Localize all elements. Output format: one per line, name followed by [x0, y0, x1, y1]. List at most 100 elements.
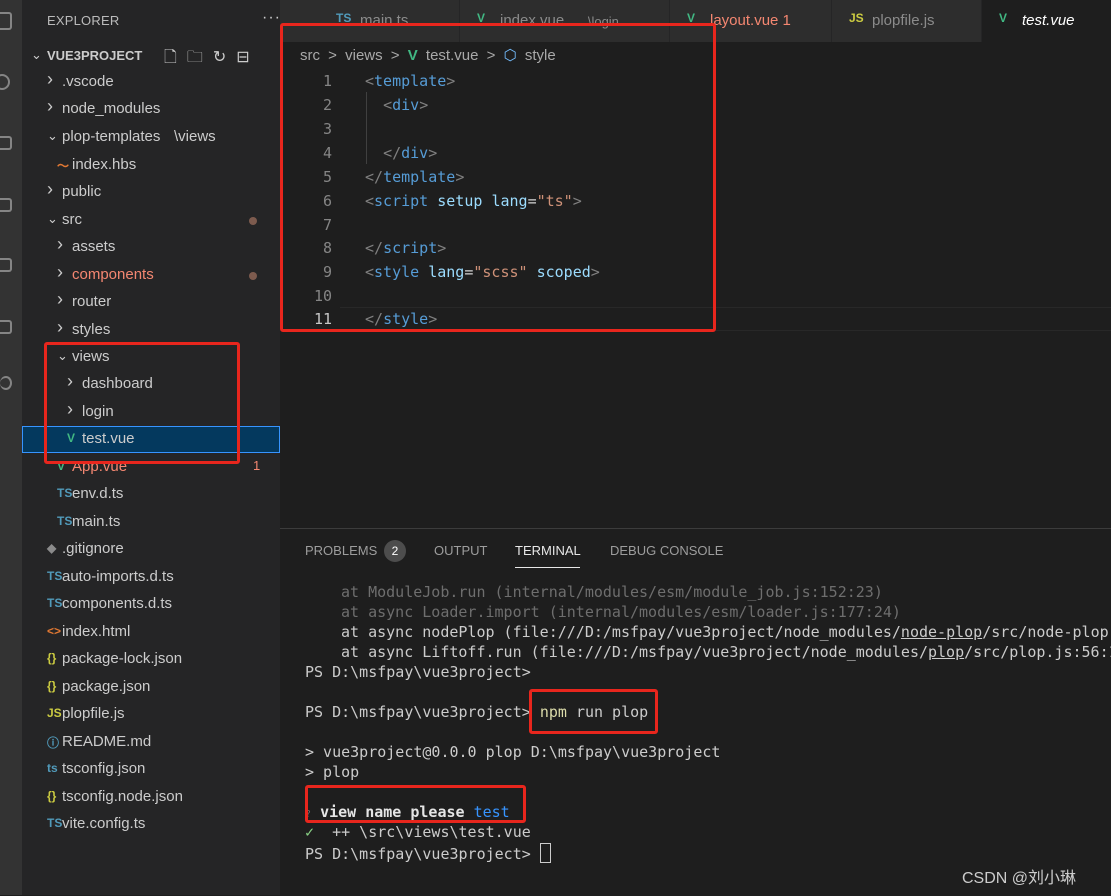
vue-file-icon: V: [999, 11, 1008, 25]
terminal-line: at async Liftoff.run (file:///D:/msfpay/…: [341, 643, 1111, 661]
bottom-panel: PROBLEMS 2 OUTPUT TERMINAL DEBUG CONSOLE…: [280, 528, 1111, 896]
tree-item-assets[interactable]: › assets: [22, 234, 280, 261]
source-control-icon[interactable]: [0, 136, 12, 150]
tree-item-label: auto-imports.d.ts: [62, 568, 174, 585]
chevron-down-icon: ⌄: [47, 211, 58, 226]
annotation-box-views-folder: [44, 342, 240, 464]
tab-output[interactable]: OUTPUT: [434, 543, 487, 558]
tree-item-compact-suffix: \views: [174, 128, 216, 145]
tree-item-tsconfig-node-json[interactable]: {} tsconfig.node.json: [22, 784, 280, 811]
tree-item-label: styles: [72, 321, 111, 338]
tab-label: layout.vue 1: [710, 12, 791, 29]
tree-item-components[interactable]: › components: [22, 262, 280, 289]
tab-plopfile-js[interactable]: JS plopfile.js: [832, 0, 982, 42]
annotation-box-command: [529, 689, 658, 734]
tree-item-label: src: [62, 211, 82, 228]
info-file-icon: ⓘ: [47, 736, 60, 750]
tree-item-gitignore[interactable]: ◆ .gitignore: [22, 536, 280, 563]
collapse-all-icon[interactable]: ⊟: [236, 49, 249, 66]
tree-item-src[interactable]: ⌄ src: [22, 207, 280, 234]
js-file-icon: JS: [47, 706, 62, 720]
tree-item-label: tsconfig.json: [62, 760, 146, 777]
tree-item-auto-imports-d-ts[interactable]: TS auto-imports.d.ts: [22, 564, 280, 591]
search-icon[interactable]: [0, 74, 10, 90]
terminal-line: at ModuleJob.run (internal/modules/esm/m…: [341, 583, 883, 601]
chevron-right-icon: ›: [57, 262, 63, 282]
tree-item-label: main.ts: [72, 513, 121, 530]
terminal-line: > vue3project@0.0.0 plop D:\msfpay\vue3p…: [305, 743, 721, 761]
refresh-icon[interactable]: ↻: [213, 49, 226, 66]
terminal-cursor: [539, 843, 551, 863]
chevron-right-icon: ›: [47, 69, 53, 89]
tree-item-label: index.html: [62, 623, 131, 640]
html-file-icon: <>: [47, 624, 62, 638]
activity-bar: [0, 0, 22, 895]
tree-item-main-ts[interactable]: TS main.ts: [22, 509, 280, 536]
ts-file-icon: TS: [47, 816, 63, 830]
ts-file-icon: TS: [47, 596, 63, 610]
chevron-right-icon: ›: [57, 289, 63, 309]
tree-item-label: node_modules: [62, 100, 161, 117]
extensions-icon[interactable]: [0, 258, 12, 272]
json-file-icon: {}: [47, 651, 57, 665]
tree-item-public[interactable]: › public: [22, 179, 280, 206]
tree-item-node-modules[interactable]: › node_modules: [22, 96, 280, 123]
chevron-down-icon: ⌄: [47, 128, 58, 143]
chevron-right-icon: ›: [47, 96, 53, 116]
ts-file-icon: TS: [57, 486, 73, 500]
terminal-prompt: PS D:\msfpay\vue3project>: [305, 663, 531, 681]
tree-item-label: plopfile.js: [62, 705, 125, 722]
remote-icon[interactable]: [0, 376, 12, 390]
tree-item-label: assets: [72, 238, 116, 255]
tree-item-label: index.hbs: [72, 156, 137, 173]
tree-item-label: public: [62, 183, 102, 200]
json-file-icon: {}: [47, 679, 57, 693]
new-file-icon[interactable]: 🗋: [164, 49, 177, 66]
explorer-icon[interactable]: [0, 12, 12, 30]
ellipsis-icon[interactable]: ···: [262, 9, 281, 27]
tab-terminal[interactable]: TERMINAL: [515, 543, 581, 558]
modified-dot-icon: [249, 272, 257, 280]
tree-item-vite-config-ts[interactable]: TS vite.config.ts: [22, 811, 280, 838]
tree-item-styles[interactable]: › styles: [22, 317, 280, 344]
tree-item-components-d-ts[interactable]: TS components.d.ts: [22, 591, 280, 618]
tree-item-package-json[interactable]: {} package.json: [22, 674, 280, 701]
tree-item-index-html[interactable]: <> index.html: [22, 619, 280, 646]
tab-problems[interactable]: PROBLEMS: [305, 543, 377, 558]
tree-item-env-d-ts[interactable]: TS env.d.ts: [22, 481, 280, 508]
terminal-line: at async nodePlop (file:///D:/msfpay/vue…: [341, 623, 1111, 641]
js-file-icon: JS: [849, 11, 864, 25]
tab-test-vue[interactable]: Vtest.vue: [982, 0, 1111, 42]
active-tab-indicator: [515, 567, 580, 568]
testing-icon[interactable]: [0, 320, 12, 334]
terminal-line: > plop: [305, 763, 360, 781]
json-file-icon: {}: [47, 789, 57, 803]
chevron-right-icon: ›: [47, 179, 53, 199]
tree-item-label: router: [72, 293, 112, 310]
tree-item-plop-templates[interactable]: ⌄ plop-templates \views: [22, 124, 280, 151]
tree-item-readme-md[interactable]: ⓘ README.md: [22, 729, 280, 756]
tsconfig-file-icon: ts: [47, 761, 58, 775]
tree-item-package-lock-json[interactable]: {} package-lock.json: [22, 646, 280, 673]
tree-item-label: tsconfig.node.json: [62, 788, 183, 805]
tree-item-label: components: [72, 266, 154, 283]
chevron-down-icon: ⌄: [31, 47, 42, 62]
chevron-right-icon: ›: [57, 234, 63, 254]
tree-item-plopfile-js[interactable]: JS plopfile.js: [22, 701, 280, 728]
tab-debug-console[interactable]: DEBUG CONSOLE: [610, 543, 723, 558]
new-folder-icon[interactable]: 🗀: [187, 49, 203, 66]
tree-item-label: components.d.ts: [62, 595, 173, 612]
tree-item-tsconfig-json[interactable]: ts tsconfig.json: [22, 756, 280, 783]
tree-item-label: plop-templates: [62, 128, 161, 145]
tree-item-label: vite.config.ts: [62, 815, 146, 832]
project-header[interactable]: ⌄ VUE3PROJECT 🗋 🗀 ↻ ⊟: [22, 45, 280, 67]
run-debug-icon[interactable]: [0, 198, 12, 212]
tree-item-index-hbs[interactable]: 〜 index.hbs: [22, 152, 280, 179]
problem-count-badge: 1: [253, 458, 261, 473]
tree-item-router[interactable]: › router: [22, 289, 280, 316]
tree-item-label: env.d.ts: [72, 485, 124, 502]
watermark: CSDN @刘小琳: [962, 870, 1077, 887]
tree-item-label: .gitignore: [62, 540, 124, 557]
tab-label: test.vue: [1022, 12, 1075, 29]
tree-item-vscode[interactable]: › .vscode: [22, 69, 280, 96]
